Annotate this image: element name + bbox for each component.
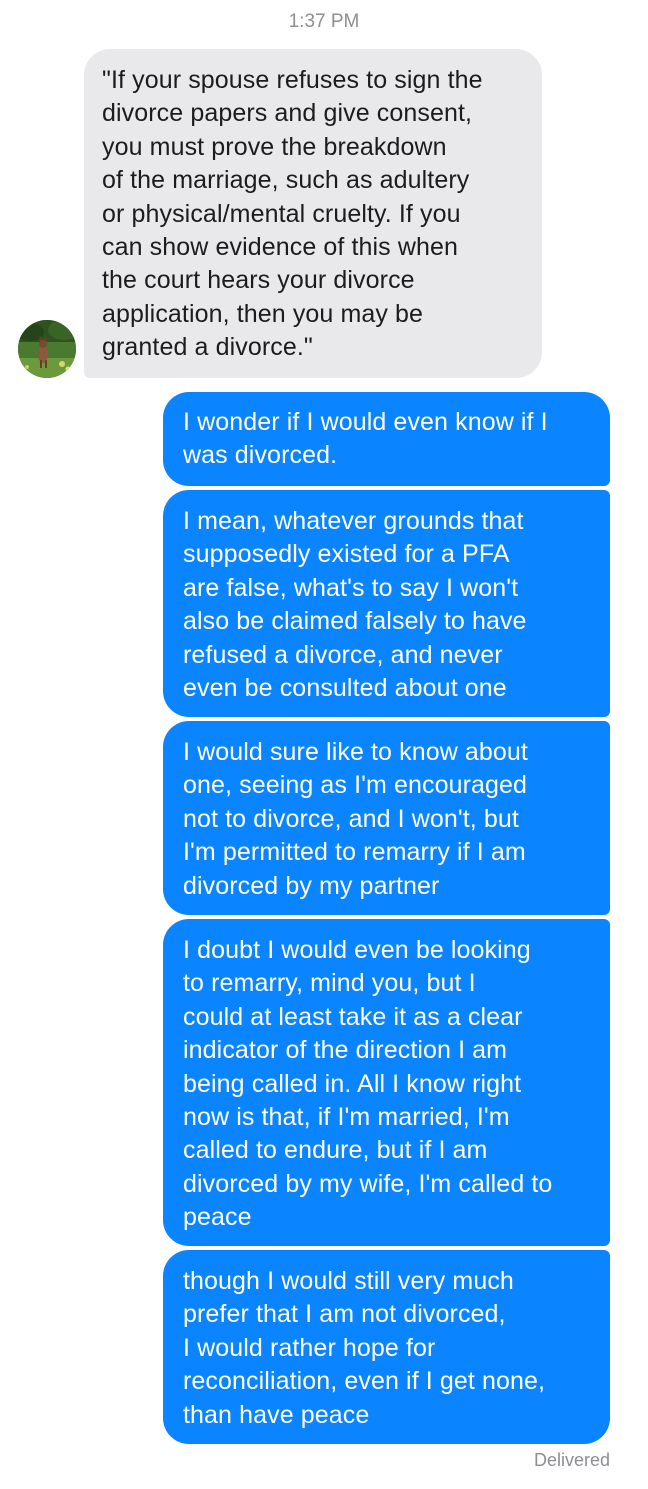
outgoing-message-bubble[interactable]: though I would still very much prefer th… bbox=[163, 1250, 610, 1444]
outgoing-message-bubble[interactable]: I would sure like to know about one, see… bbox=[163, 721, 610, 915]
delivery-status: Delivered bbox=[533, 1450, 610, 1470]
outgoing-message-bubble[interactable]: I doubt I would even be looking to remar… bbox=[163, 919, 610, 1246]
avatar-photo-icon[interactable] bbox=[18, 320, 76, 378]
outgoing-message-bubble[interactable]: I mean, whatever grounds that supposedly… bbox=[163, 490, 610, 717]
outgoing-message-bubble[interactable]: I wonder if I would even know if I was d… bbox=[163, 392, 610, 486]
message-timestamp: 1:37 PM bbox=[288, 11, 360, 32]
incoming-message-bubble[interactable]: "If your spouse refuses to sign the divo… bbox=[84, 49, 542, 378]
